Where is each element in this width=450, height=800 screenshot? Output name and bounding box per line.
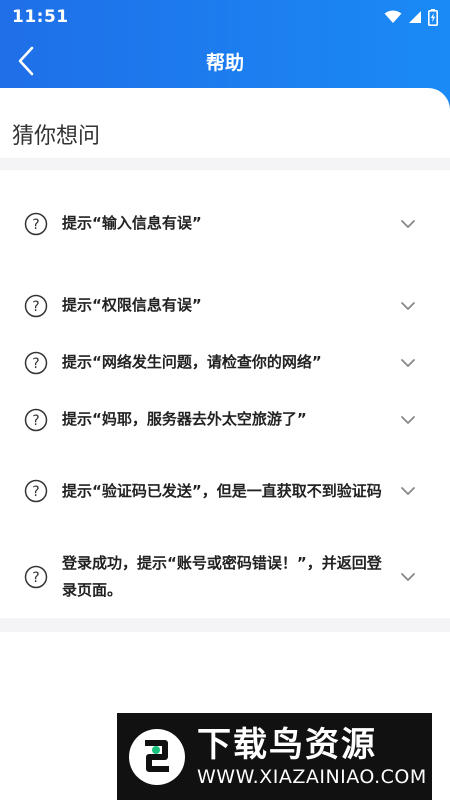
chevron-down-icon: [401, 358, 415, 367]
chevron-down-icon: [401, 219, 415, 228]
section-title: 猜你想问: [12, 124, 101, 149]
watermark-brand: 下载鸟资源: [197, 724, 377, 765]
faq-item-login-error[interactable]: ? 登录成功，提示“账号或密码错误！”，并返回登录页面。: [0, 534, 450, 620]
svg-text:?: ?: [32, 217, 39, 233]
faq-item-permission-error[interactable]: ? 提示“权限信息有误”: [0, 277, 450, 334]
question-icon: ?: [24, 565, 48, 589]
chevron-down-icon: [401, 487, 415, 495]
question-icon: ?: [24, 479, 48, 503]
faq-item-verification-code[interactable]: ? 提示“验证码已发送”，但是一直获取不到验证码: [0, 448, 450, 534]
signal-icon: [409, 11, 421, 23]
chevron-down-icon: [401, 301, 415, 310]
question-icon: ?: [24, 408, 48, 431]
faq-question: 提示“网络发生问题，请检查你的网络”: [62, 353, 322, 371]
faq-question: 提示“验证码已发送”，但是一直获取不到验证码: [62, 481, 382, 500]
faq-question: 提示“妈耶，服务器去外太空旅游了”: [62, 410, 307, 428]
faq-item-network-error[interactable]: ? 提示“网络发生问题，请检查你的网络”: [0, 334, 450, 391]
question-icon: ?: [24, 294, 48, 317]
chevron-down-icon: [401, 573, 415, 581]
bottom-divider: [0, 618, 450, 632]
question-icon: ?: [24, 212, 48, 235]
title-bar: 帮助: [0, 34, 450, 88]
svg-text:?: ?: [32, 356, 39, 372]
page-title: 帮助: [205, 51, 244, 74]
watermark-text: 下载鸟资源 WWW.XIAZAINIAO.COM: [197, 725, 427, 789]
back-button[interactable]: [6, 40, 46, 82]
svg-text:?: ?: [32, 484, 39, 500]
bird-logo-icon: [129, 728, 185, 785]
status-bar: 11:51: [0, 0, 450, 34]
faq-list: ? 提示“输入信息有误” ? 提示“权限信息有误” ? 提示“网络发生问题，请检…: [0, 170, 450, 620]
status-icons: [384, 8, 438, 26]
svg-text:?: ?: [32, 413, 39, 429]
faq-question: 提示“输入信息有误”: [62, 214, 202, 232]
question-icon: ?: [24, 351, 48, 374]
faq-item-server-error[interactable]: ? 提示“妈耶，服务器去外太空旅游了”: [0, 391, 450, 448]
watermark-banner: 下载鸟资源 WWW.XIAZAINIAO.COM: [117, 713, 432, 800]
svg-text:?: ?: [32, 570, 39, 586]
battery-icon: [428, 8, 438, 26]
faq-item-input-error[interactable]: ? 提示“输入信息有误”: [0, 170, 450, 277]
watermark-url: WWW.XIAZAINIAO.COM: [197, 765, 427, 788]
svg-text:?: ?: [32, 299, 39, 315]
status-time: 11:51: [12, 7, 69, 27]
faq-question: 登录成功，提示“账号或密码错误！”，并返回登录页面。: [62, 554, 382, 599]
section-divider: [0, 158, 450, 170]
content-card: 猜你想问 ? 提示“输入信息有误” ? 提示“权限信息有误” ? 提示“网络发生…: [0, 88, 450, 800]
wifi-icon: [384, 10, 402, 23]
back-arrow-icon: [18, 46, 34, 76]
faq-question: 提示“权限信息有误”: [62, 296, 202, 314]
chevron-down-icon: [401, 415, 415, 424]
